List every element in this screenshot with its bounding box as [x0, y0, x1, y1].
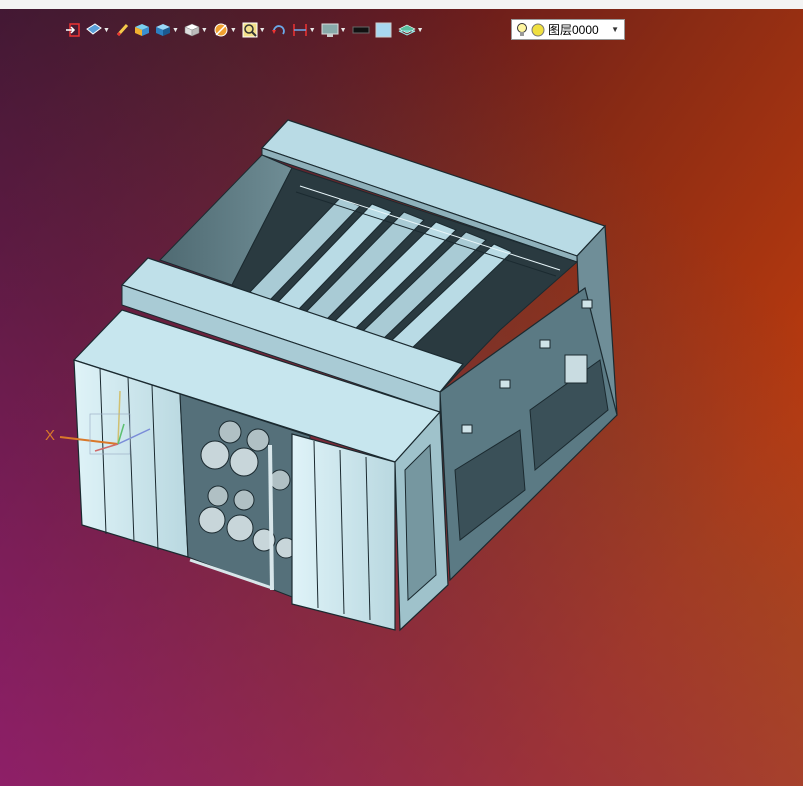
- triad-x-label: X: [45, 427, 55, 444]
- chevron-down-icon[interactable]: ▼: [611, 25, 619, 34]
- chevron-down-icon: ▼: [258, 26, 266, 34]
- shaded-view-button[interactable]: ▼: [154, 19, 180, 41]
- fill-color-button[interactable]: [374, 19, 394, 41]
- rotate-icon: [271, 25, 285, 35]
- layer-color-icon: [531, 23, 545, 36]
- chevron-down-icon: ▼: [200, 26, 208, 34]
- axis-triad: X: [45, 390, 151, 455]
- display-style-icon: [134, 24, 149, 36]
- fill-color-icon: [375, 22, 392, 38]
- zoom-button[interactable]: ▼: [241, 19, 267, 41]
- chevron-down-icon: ▼: [229, 26, 237, 34]
- dimension-button[interactable]: ▼: [291, 19, 317, 41]
- bulb-icon: [517, 22, 527, 36]
- rotate-button[interactable]: [270, 19, 288, 41]
- view-toolbar: ▼ ▼ ▼ ▼ ▼ ▼ ▼ ▼: [64, 19, 425, 41]
- pencil-icon: [116, 23, 129, 37]
- chevron-down-icon: ▼: [339, 26, 347, 34]
- layers-icon: [397, 24, 416, 36]
- chevron-down-icon: ▼: [103, 26, 110, 34]
- line-color-icon: [352, 26, 370, 34]
- standard-view-button[interactable]: ▼: [183, 19, 209, 41]
- shaded-box-icon: [155, 24, 170, 36]
- section-view-icon: [214, 23, 228, 37]
- chevron-down-icon: ▼: [171, 26, 179, 34]
- chevron-down-icon: ▼: [308, 26, 316, 34]
- layer-select[interactable]: 图层0000 ▼: [511, 19, 625, 40]
- monitor-icon: [321, 23, 339, 37]
- layers-button[interactable]: ▼: [397, 19, 425, 41]
- sketch-button[interactable]: [114, 19, 130, 41]
- view-orientation-button[interactable]: ▼: [85, 19, 111, 41]
- white-box-icon: [184, 23, 200, 37]
- 3d-viewport[interactable]: X ▼ ▼ ▼ ▼ ▼ ▼ ▼ ▼ 图层0000 ▼: [0, 9, 803, 786]
- display-style-button[interactable]: [133, 19, 151, 41]
- layer-name: 图层0000: [548, 23, 599, 37]
- exit-sketch-icon: [66, 23, 80, 37]
- view-orientation-icon: [86, 23, 102, 35]
- exit-sketch-button[interactable]: [64, 19, 82, 41]
- section-view-button[interactable]: ▼: [212, 19, 238, 41]
- line-color-button[interactable]: [351, 19, 371, 41]
- monitor-button[interactable]: ▼: [320, 19, 348, 41]
- zoom-icon: [242, 22, 258, 38]
- pipe: [268, 444, 274, 591]
- chevron-down-icon: ▼: [416, 26, 424, 34]
- dimension-icon: [292, 24, 307, 36]
